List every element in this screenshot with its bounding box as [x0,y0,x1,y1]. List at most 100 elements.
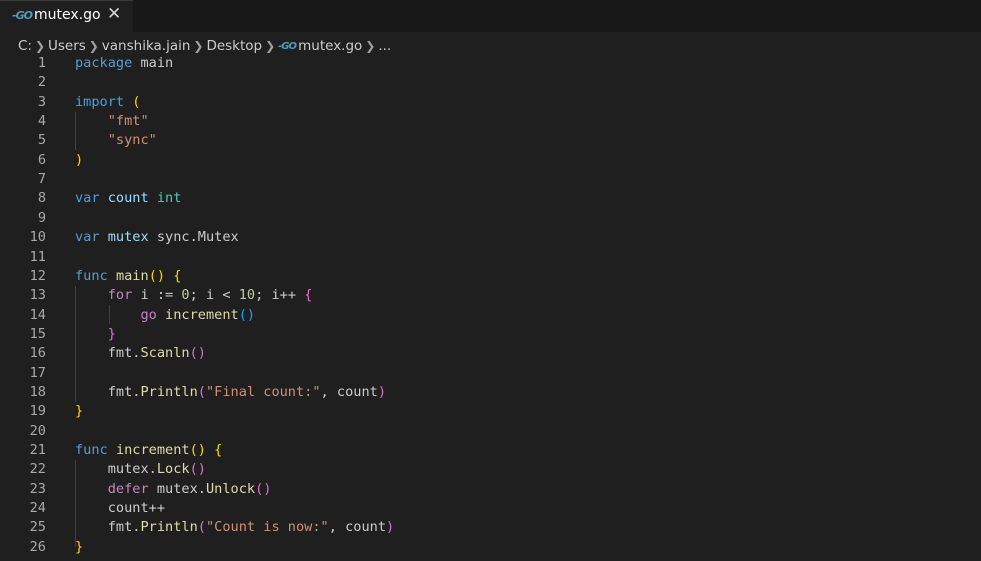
code-editor[interactable]: 1 package main 2 3 import (4 "fmt" 5 "sync" 6)… [0,54,981,561]
code-token: () [189,345,206,362]
code-text: } [75,538,83,557]
code-token: } [75,538,84,555]
tab-label: mutex.go [34,7,101,23]
breadcrumb-item-users[interactable]: Users [48,38,86,54]
code-token: i := [132,287,182,304]
breadcrumb: C: ❯ Users ❯ vanshika.jain ❯ Desktop ❯ -… [18,36,391,56]
line-number: 4 [37,113,46,130]
code-token: ( [197,519,206,536]
code-token: ) [75,151,84,168]
code-token: ; i++ [255,287,305,304]
code-line[interactable]: 25 fmt.Println("Count is now:", count) [0,518,981,537]
line-number: 20 [29,422,46,439]
code-line[interactable]: 15 } [0,325,981,344]
code-text: fmt.Println("Count is now:", count) [75,518,394,537]
code-text: package main [75,54,173,73]
code-line[interactable]: 24 count++ [0,499,981,518]
code-token: count++ [75,500,166,517]
code-token: func [75,442,108,458]
code-text: ) [75,151,83,170]
code-token: fmt. [75,383,141,400]
code-token: ) [386,519,395,536]
chevron-right-icon: ❯ [34,39,46,53]
code-line[interactable]: 21 func increment() { [0,441,981,460]
code-line[interactable]: 20 [0,422,981,441]
code-line[interactable]: 19} [0,402,981,421]
code-token: count [107,190,149,207]
code-line[interactable]: 12 func main() { [0,267,981,286]
code-line[interactable]: 22 mutex.Lock() [0,460,981,479]
code-line[interactable]: 18 fmt.Println("Final count:", count) [0,383,981,402]
code-token: "sync" [107,132,157,149]
code-token: import [75,93,125,110]
code-token: , count [320,383,378,400]
tab-mutex-go[interactable]: -GO mutex.go ✕ [0,0,133,32]
code-token: ) [377,383,387,400]
code-token: package [75,55,133,71]
code-line[interactable]: 23 defer mutex.Unlock() [0,480,981,499]
code-token: increment [115,442,190,458]
code-line[interactable]: 26} [0,538,981,557]
code-line[interactable]: 9 [0,209,981,228]
code-token: { [214,442,223,458]
line-number: 24 [29,500,46,517]
code-token: () [189,461,206,478]
code-token: "fmt" [107,113,149,130]
breadcrumb-file-label: mutex.go [298,38,363,54]
code-text: } [75,325,116,344]
code-token: Lock [156,461,190,478]
code-text: fmt.Println("Final count:", count) [75,383,386,402]
code-token: fmt. [75,519,141,536]
code-line[interactable]: 17 [0,364,981,383]
code-line[interactable]: 3 import ( [0,93,981,112]
code-text: go increment() [75,306,255,325]
code-line[interactable]: 7 [0,170,981,189]
code-line[interactable]: 11 [0,248,981,267]
code-text: count++ [75,499,165,518]
code-line[interactable]: 16 fmt.Scanln() [0,344,981,363]
line-number: 10 [29,229,46,246]
close-icon[interactable]: ✕ [107,4,121,24]
line-number: 23 [29,480,46,497]
code-text: var mutex sync.Mutex [75,228,239,247]
code-line[interactable]: 5 "sync" [0,131,981,150]
code-text: for i := 0; i < 10; i++ { [75,286,313,305]
code-token: ( [132,93,141,110]
code-line[interactable]: 14 go increment() [0,306,981,325]
code-text: "fmt" [75,112,149,131]
code-line[interactable]: 1 package main [0,54,981,73]
chevron-right-icon: ❯ [265,39,276,53]
code-text: "sync" [75,131,157,150]
line-number: 6 [37,151,46,168]
line-number: 8 [37,190,46,207]
code-token: mutex. [148,480,206,497]
code-token: mutex. [75,461,157,478]
code-line[interactable]: 4 "fmt" [0,112,981,131]
code-line[interactable]: 10 var mutex sync.Mutex [0,228,981,247]
breadcrumb-item-drive[interactable]: C: [18,38,32,54]
line-number: 21 [29,442,46,458]
breadcrumb-item-user[interactable]: vanshika.jain [102,38,191,54]
code-line[interactable]: 6) [0,151,981,170]
code-token: var [75,190,100,207]
breadcrumb-item-desktop[interactable]: Desktop [206,38,262,54]
breadcrumb-item-file[interactable]: -GO mutex.go [278,38,362,54]
breadcrumb-item-symbols[interactable]: ... [378,38,391,54]
tab-bar: -GO mutex.go ✕ [0,0,981,32]
code-token: int [156,190,182,207]
code-line[interactable]: 13 for i := 0; i < 10; i++ { [0,286,981,305]
chevron-right-icon: ❯ [365,39,376,53]
code-line[interactable]: 8 var count int [0,189,981,208]
code-token: Println [140,519,198,536]
code-text: defer mutex.Unlock() [75,480,272,499]
code-line[interactable]: 2 [0,73,981,92]
